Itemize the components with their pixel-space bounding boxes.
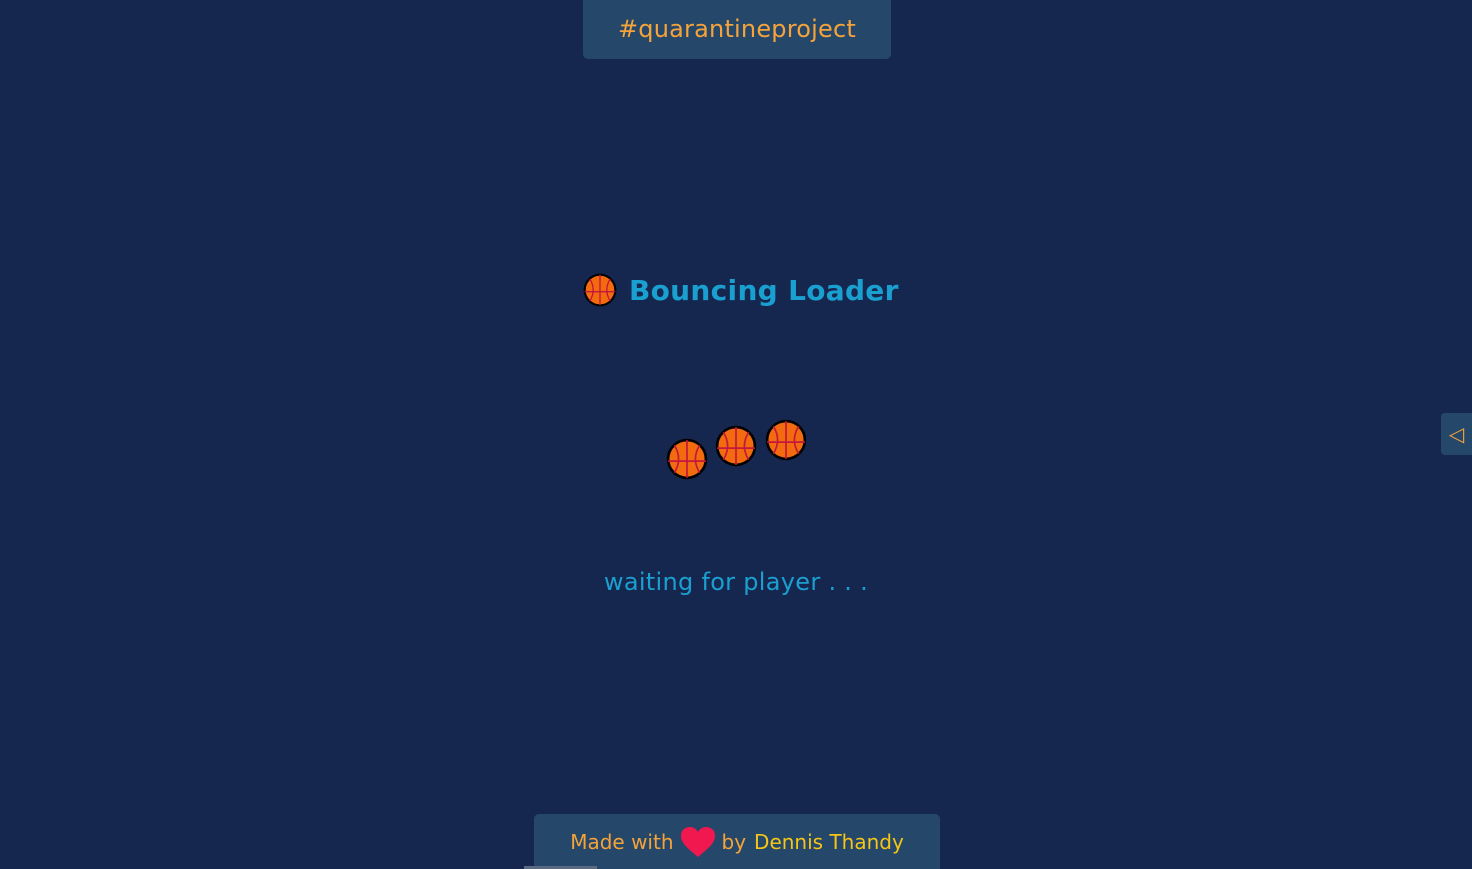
- bouncing-loader: [0, 0, 1472, 869]
- author-link[interactable]: Dennis Thandy: [754, 830, 904, 854]
- triangle-left-icon: ◁: [1448, 422, 1465, 446]
- footer-made-with: Made with: [570, 829, 674, 854]
- loader-ball-3: [765, 419, 807, 461]
- page-title: Bouncing Loader: [629, 273, 899, 307]
- page-title-row: Bouncing Loader: [583, 270, 903, 310]
- footer-by: by: [721, 829, 747, 854]
- badge-text: #quarantineproject: [618, 15, 856, 43]
- side-panel-toggle-button[interactable]: ◁: [1441, 413, 1472, 455]
- loader-ball-1: [666, 438, 708, 480]
- loader-ball-2: [715, 425, 757, 467]
- heart-icon: [680, 826, 716, 858]
- page: #quarantineproject Bouncing Loader waiti…: [0, 0, 1472, 869]
- basketball-icon: [583, 273, 617, 307]
- status-text: waiting for player . . .: [603, 568, 869, 596]
- quarantine-project-badge: #quarantineproject: [583, 0, 891, 59]
- footer: Made with by Dennis Thandy: [534, 814, 940, 869]
